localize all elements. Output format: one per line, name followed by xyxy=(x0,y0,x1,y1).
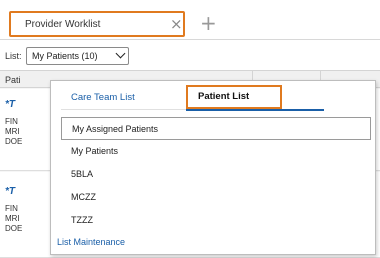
list-select-dropdown[interactable]: My Patients (10) xyxy=(26,47,129,65)
patient-fin: FIN xyxy=(5,117,18,126)
tab-label: Provider Worklist xyxy=(25,19,101,30)
list-select-value: My Patients (10) xyxy=(32,51,98,61)
worklist-header-label: Pati xyxy=(5,75,21,85)
tab-care-team-list[interactable]: Care Team List xyxy=(66,89,140,107)
tab-bar: Provider Worklist × + xyxy=(0,0,380,40)
list-item-tzzz[interactable]: TZZZ xyxy=(61,209,371,232)
patient-list-menu: My Assigned Patients My Patients 5BLA MC… xyxy=(61,117,371,232)
list-item-mczz[interactable]: MCZZ xyxy=(61,186,371,209)
tab-patient-list[interactable]: Patient List xyxy=(186,85,282,109)
active-tab-underline xyxy=(186,109,324,111)
patient-mrn: MRI xyxy=(5,127,20,136)
patient-fin: FIN xyxy=(5,204,18,213)
tab-provider-worklist[interactable]: Provider Worklist × xyxy=(9,11,185,37)
add-tab-icon[interactable]: + xyxy=(200,12,217,34)
list-item-my-patients[interactable]: My Patients xyxy=(61,140,371,163)
list-maintenance-link[interactable]: List Maintenance xyxy=(57,237,125,247)
chevron-down-icon xyxy=(115,48,126,59)
patient-name[interactable]: *T xyxy=(5,186,15,197)
list-label: List: xyxy=(5,51,22,61)
list-item-my-assigned-patients[interactable]: My Assigned Patients xyxy=(61,117,371,140)
close-icon[interactable]: × xyxy=(170,15,183,33)
list-selector-row: List: My Patients (10) xyxy=(0,46,380,68)
patient-dob: DOE xyxy=(5,137,23,146)
list-dropdown-panel: Care Team List Patient List My Assigned … xyxy=(50,80,376,255)
list-item-5bla[interactable]: 5BLA xyxy=(61,163,371,186)
patient-mrn: MRI xyxy=(5,214,20,223)
patient-name[interactable]: *T xyxy=(5,99,15,110)
patient-dob: DOE xyxy=(5,224,23,233)
